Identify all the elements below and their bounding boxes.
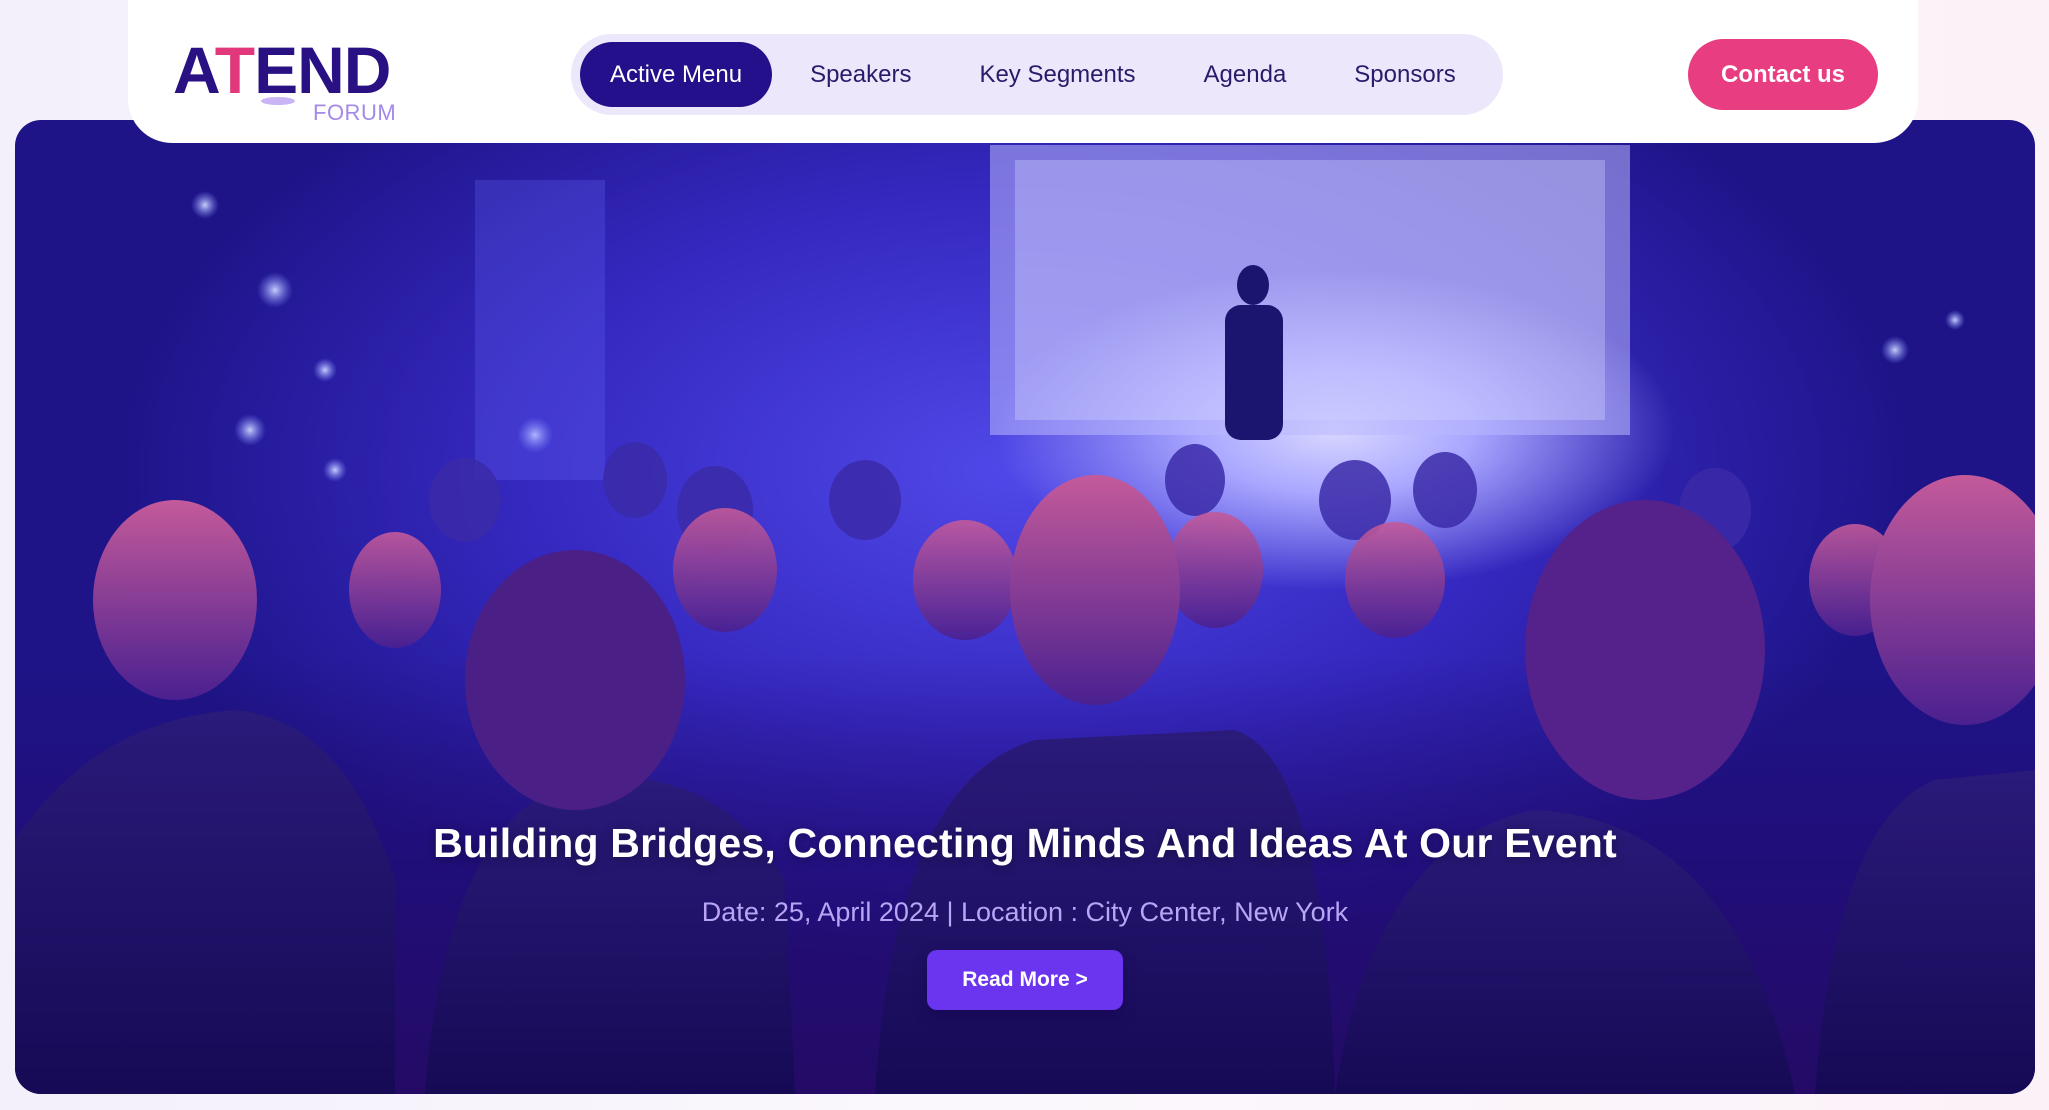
- nav-item-speakers[interactable]: Speakers: [810, 42, 911, 107]
- nav-item-sponsors[interactable]: Sponsors: [1354, 42, 1455, 107]
- logo-swoosh-icon: [261, 97, 295, 105]
- site-header: ATEND FORUM Active Menu Speakers Key Seg…: [128, 0, 1918, 143]
- nav-item-key-segments[interactable]: Key Segments: [979, 42, 1135, 107]
- logo-subtitle: FORUM: [313, 100, 397, 125]
- contact-us-button[interactable]: Contact us: [1688, 39, 1878, 110]
- event-date-location: Date: 25, April 2024 | Location : City C…: [701, 897, 1349, 927]
- nav-item-active-menu[interactable]: Active Menu: [580, 42, 773, 107]
- read-more-button[interactable]: Read More >: [927, 950, 1123, 1010]
- hero-content: Building Bridges, Connecting Minds And I…: [15, 820, 2035, 1010]
- landing-page: Building Bridges, Connecting Minds And I…: [0, 0, 2049, 1110]
- hero-banner: Building Bridges, Connecting Minds And I…: [15, 120, 2035, 1094]
- main-nav: Active Menu Speakers Key Segments Agenda…: [571, 34, 1503, 115]
- nav-item-agenda[interactable]: Agenda: [1204, 42, 1287, 107]
- atend-forum-logo[interactable]: ATEND FORUM: [173, 32, 413, 132]
- hero-title: Building Bridges, Connecting Minds And I…: [433, 820, 1617, 866]
